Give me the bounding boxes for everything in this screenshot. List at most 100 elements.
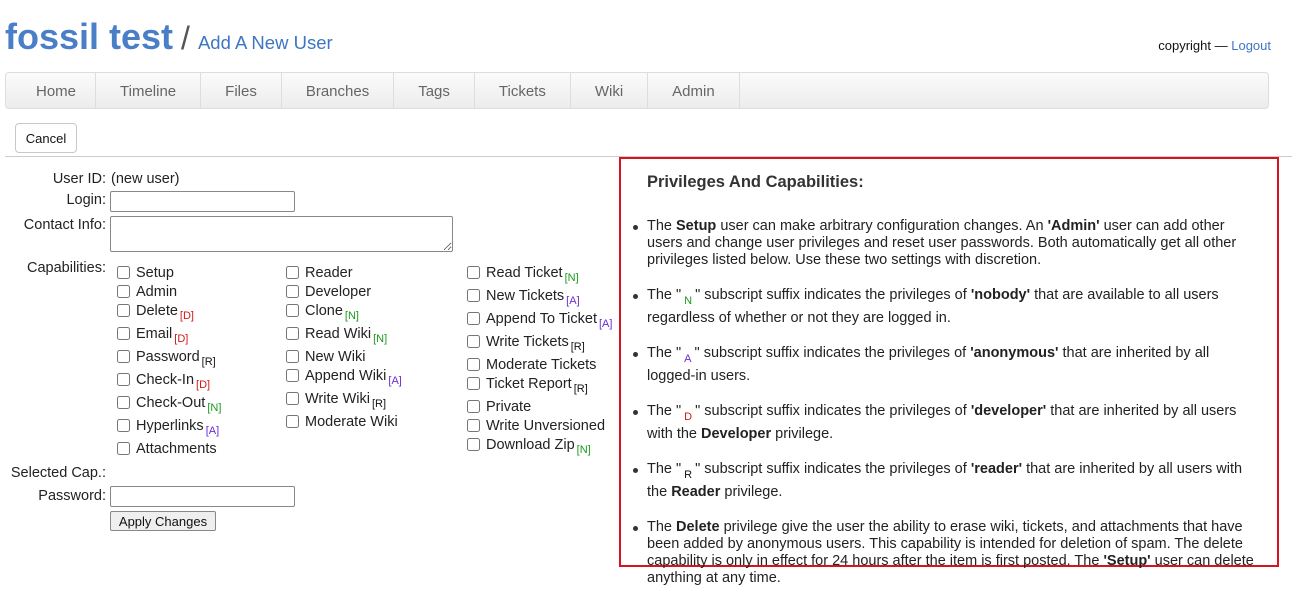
capability-attachments[interactable]: Attachments — [117, 440, 217, 458]
capability-checkbox[interactable] — [117, 327, 130, 340]
capability-new-wiki[interactable]: New Wiki — [286, 348, 365, 366]
menu-item-branches[interactable]: Branches — [282, 73, 395, 108]
logout-link[interactable]: Logout — [1231, 38, 1271, 53]
info-bold-term: Reader — [671, 484, 721, 500]
capability-checkbox[interactable] — [117, 442, 130, 455]
capability-clone[interactable]: Clone [N] — [286, 302, 359, 325]
capability-check-in[interactable]: Check-In [D] — [117, 371, 210, 394]
capability-checkbox[interactable] — [286, 415, 299, 428]
capability-subscript: [N] — [373, 333, 388, 345]
capability-new-tickets[interactable]: New Tickets [A] — [467, 287, 580, 310]
copyright-text: copyright — — [1158, 38, 1232, 53]
menu-item-timeline[interactable]: Timeline — [96, 73, 202, 108]
capability-checkbox[interactable] — [467, 266, 480, 279]
capability-label: Private — [486, 399, 532, 415]
capability-label: New Tickets — [486, 288, 565, 304]
apply-changes-button[interactable]: Apply Changes — [110, 511, 216, 531]
capability-checkbox[interactable] — [467, 419, 480, 432]
capability-check-out[interactable]: Check-Out [N] — [117, 394, 221, 417]
capability-checkbox[interactable] — [117, 266, 130, 279]
capability-checkbox[interactable] — [467, 335, 480, 348]
contact-info-label: Contact Info: — [23, 217, 106, 233]
capability-ticket-report[interactable]: Ticket Report [R] — [467, 375, 588, 398]
menu-item-wiki[interactable]: Wiki — [571, 73, 649, 108]
capability-private[interactable]: Private — [467, 398, 531, 416]
info-item: The " A " subscript suffix indicates the p… — [633, 345, 1257, 385]
info-bold-term: 'Admin' — [1047, 218, 1100, 234]
capability-label: Check-Out — [136, 395, 206, 411]
privileges-info-panel: Privileges And Capabilities: The Setup u… — [619, 157, 1279, 586]
capability-subscript: [R] — [201, 356, 216, 368]
capability-subscript: [N] — [344, 310, 359, 322]
capability-checkbox[interactable] — [286, 392, 299, 405]
capability-label: Password — [136, 349, 200, 365]
capability-checkbox[interactable] — [467, 312, 480, 325]
capability-checkbox[interactable] — [117, 304, 130, 317]
menu-item-home[interactable]: Home — [6, 73, 97, 108]
capability-hyperlinks[interactable]: Hyperlinks [A] — [117, 417, 219, 440]
capability-checkbox[interactable] — [286, 369, 299, 382]
capability-setup[interactable]: Setup — [117, 264, 174, 282]
capability-checkbox[interactable] — [467, 358, 480, 371]
capability-append-wiki[interactable]: Append Wiki [A] — [286, 367, 402, 390]
capability-download-zip[interactable]: Download Zip [N] — [467, 436, 591, 459]
capability-checkbox[interactable] — [117, 350, 130, 363]
capability-append-to-ticket[interactable]: Append To Ticket [A] — [467, 310, 612, 333]
capability-checkbox[interactable] — [286, 304, 299, 317]
capability-subscript: [N] — [207, 402, 222, 414]
capability-delete[interactable]: Delete [D] — [117, 302, 194, 325]
capability-write-tickets[interactable]: Write Tickets [R] — [467, 333, 585, 356]
password-input[interactable] — [110, 486, 295, 507]
capability-label: Admin — [136, 284, 178, 300]
capability-subscript: [R] — [573, 383, 588, 395]
capability-checkbox[interactable] — [286, 266, 299, 279]
capability-checkbox[interactable] — [286, 327, 299, 340]
capability-checkbox[interactable] — [117, 285, 130, 298]
cancel-button[interactable]: Cancel — [15, 123, 77, 153]
info-title: Privileges And Capabilities: — [647, 173, 864, 191]
capability-label: Clone — [305, 303, 343, 319]
capability-moderate-wiki[interactable]: Moderate Wiki — [286, 413, 398, 431]
capability-label: Hyperlinks — [136, 418, 204, 434]
capability-subscript: [R] — [570, 341, 585, 353]
capability-checkbox[interactable] — [286, 285, 299, 298]
capability-checkbox[interactable] — [117, 373, 130, 386]
menu-item-files[interactable]: Files — [201, 73, 282, 108]
capability-password[interactable]: Password [R] — [117, 348, 216, 371]
capability-reader[interactable]: Reader — [286, 264, 353, 282]
capability-subscript: [D] — [196, 379, 211, 391]
capability-write-wiki[interactable]: Write Wiki [R] — [286, 390, 386, 413]
login-label: Login: — [66, 192, 106, 208]
capability-label: Moderate Wiki — [305, 414, 398, 430]
info-subscript: D — [684, 411, 693, 423]
capability-checkbox[interactable] — [467, 400, 480, 413]
page-title: Add A New User — [197, 32, 333, 53]
capability-email[interactable]: Email [D] — [117, 325, 188, 348]
capabilities-label: Capabilities: — [27, 260, 106, 276]
menu-item-tags[interactable]: Tags — [394, 73, 475, 108]
capability-label: Developer — [305, 284, 372, 300]
menu-item-admin[interactable]: Admin — [648, 73, 740, 108]
capability-checkbox[interactable] — [117, 419, 130, 432]
login-input[interactable] — [110, 191, 295, 212]
info-item: The Delete privilege give the user the a… — [633, 519, 1257, 587]
capability-read-ticket[interactable]: Read Ticket [N] — [467, 264, 579, 287]
capability-checkbox[interactable] — [467, 289, 480, 302]
capability-label: New Wiki — [305, 349, 366, 365]
menu-item-tickets[interactable]: Tickets — [475, 73, 571, 108]
capability-subscript: [D] — [174, 333, 189, 345]
capability-checkbox[interactable] — [286, 350, 299, 363]
capability-admin[interactable]: Admin — [117, 283, 177, 301]
contact-info-textarea[interactable] — [110, 216, 453, 252]
capability-moderate-tickets[interactable]: Moderate Tickets — [467, 356, 596, 374]
login-info: copyright — Logout — [1158, 38, 1271, 53]
capability-read-wiki[interactable]: Read Wiki [N] — [286, 325, 387, 348]
capability-write-unversioned[interactable]: Write Unversioned — [467, 417, 605, 435]
capability-checkbox[interactable] — [117, 396, 130, 409]
info-bold-term: 'nobody' — [970, 287, 1031, 303]
capability-checkbox[interactable] — [467, 377, 480, 390]
capability-checkbox[interactable] — [467, 438, 480, 451]
capability-developer[interactable]: Developer — [286, 283, 371, 301]
info-bold-term: Developer — [701, 426, 772, 442]
capability-label: Write Tickets — [486, 334, 569, 350]
